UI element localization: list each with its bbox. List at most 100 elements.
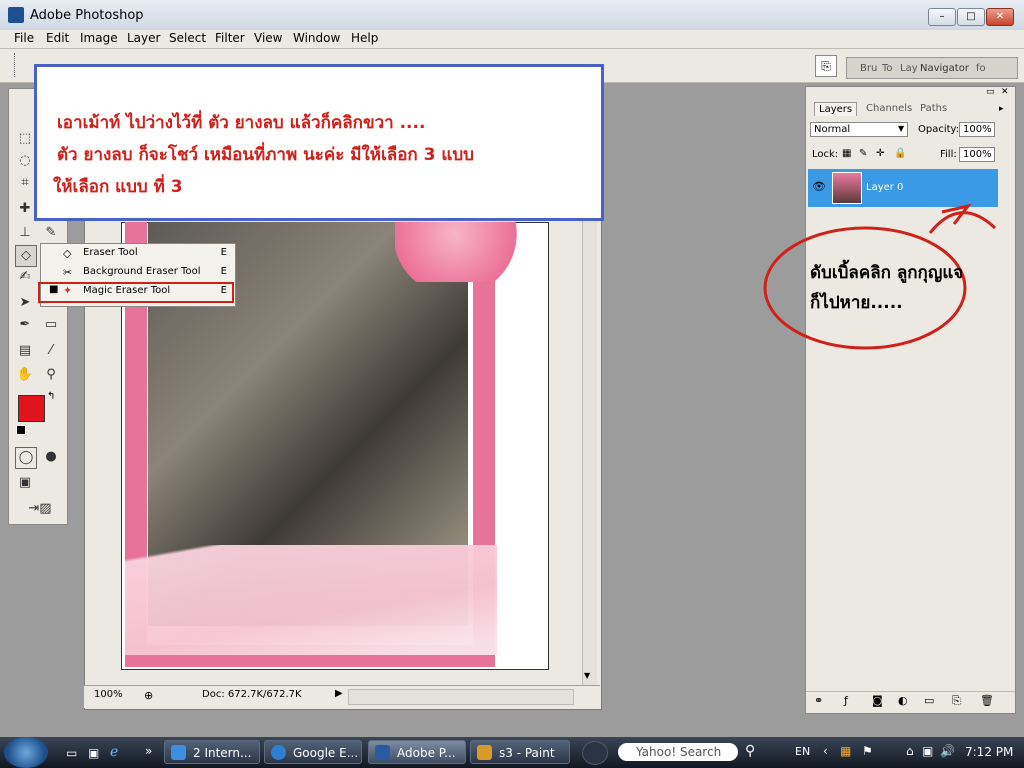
close-button[interactable]: ✕ [986,8,1014,26]
crop-tool-icon[interactable]: ⌗ [15,173,35,193]
hand-tool-icon[interactable]: ✋ [15,365,35,385]
menu-view[interactable]: View [254,31,282,45]
quicklaunch-more-icon[interactable]: » [145,744,152,758]
language-indicator[interactable]: EN [795,745,810,758]
adjustment-layer-icon[interactable]: ◐ [898,694,908,707]
default-colors-icon[interactable] [16,425,26,435]
lock-move-icon[interactable]: ✛ [876,148,884,159]
palette-close-icon[interactable]: ✕ [1001,87,1009,97]
menu-file[interactable]: File [14,31,34,45]
lock-brush-icon[interactable]: ✎ [859,148,867,159]
start-button[interactable] [4,737,48,768]
eraser-tool-icon[interactable]: ◇ [15,245,37,267]
minimize-button[interactable]: – [928,8,956,26]
layer-style-icon[interactable]: ƒ [844,694,848,707]
tab-layers[interactable]: Layers [814,102,858,116]
ie-quicklaunch-icon[interactable]: ℯ [110,744,118,760]
clone-stamp-tool-icon[interactable]: ⊥ [15,223,35,243]
taskbar-button-label: Google E... [293,746,359,760]
menu-window[interactable]: Window [293,31,340,45]
palette-well-tab-info[interactable]: fo [976,63,986,74]
maximize-button[interactable]: □ [957,8,985,26]
tab-paths[interactable]: Paths [916,102,951,115]
lock-transparency-icon[interactable]: ▦ [842,148,851,159]
menu-layer[interactable]: Layer [127,31,160,45]
blend-mode-select[interactable]: Normal [810,122,908,137]
window-switcher-icon[interactable]: ▣ [88,746,99,760]
new-layer-icon[interactable]: ⎘ [952,694,961,708]
taskbar-button-google-earth[interactable]: Google E... [264,740,362,764]
foreground-color-swatch[interactable] [18,395,45,422]
palette-menu-icon[interactable]: ▸ [999,104,1004,114]
windows-taskbar: ▭ ▣ ℯ » 2 Intern... Google E... Adobe P.… [0,737,1024,768]
delete-layer-icon[interactable]: 🗑 [980,694,994,707]
zoom-tool-icon[interactable]: ⚲ [41,365,61,385]
opacity-field[interactable]: 100% [959,122,995,137]
tray-expand-icon[interactable]: ‹ [823,744,828,758]
healing-brush-tool-icon[interactable]: ✚ [15,199,35,219]
show-desktop-icon[interactable]: ▭ [66,746,77,760]
search-icon[interactable]: ⚲ [745,743,755,759]
tray-app-icon[interactable]: ▦ [840,744,851,758]
flyout-item-label: Eraser Tool [83,247,138,258]
annotation-line-1: ดับเบิ้ลคลิก ลูกกุญแจ [810,263,964,283]
zoom-level-field[interactable]: 100% [94,689,134,700]
menu-edit[interactable]: Edit [46,31,69,45]
callout-line-2: ตัว ยางลบ ก็จะโชว์ เหมือนที่ภาพ นะค่ะ มี… [57,145,474,165]
tray-volume-icon[interactable]: 🔊 [940,744,955,758]
palette-well-tab-navigator[interactable]: Navigator [920,63,969,74]
smudge-tool-icon[interactable]: ✍ [15,267,35,287]
palette-well-tab-brushes[interactable]: Bru [860,63,877,74]
window-title: Adobe Photoshop [30,8,144,23]
tray-network-icon[interactable]: ⌂ [906,744,914,758]
tray-monitor-icon[interactable]: ▣ [922,744,933,758]
file-browser-icon[interactable]: ⎘ [815,55,837,77]
options-grip [14,53,17,77]
menu-help[interactable]: Help [351,31,378,45]
menu-image[interactable]: Image [80,31,118,45]
move-tool-icon[interactable]: ➤ [15,293,35,313]
layer-mask-icon[interactable]: ◙ [872,694,883,707]
flyout-item-background-eraser-tool[interactable]: ✂ Background Eraser Tool E [41,263,235,282]
yahoo-search-field[interactable]: Yahoo! Search [618,743,738,761]
new-group-icon[interactable]: ▭ [924,694,934,707]
flyout-item-eraser-tool[interactable]: ◇ Eraser Tool E [41,244,235,263]
taskbar-button-paint[interactable]: s3 - Paint [470,740,570,764]
palette-well-tab-tool-presets[interactable]: To [882,63,893,74]
palette-minimize-icon[interactable]: ▭ [986,87,995,97]
rectangle-tool-icon[interactable]: ▭ [41,315,61,335]
annotation-note: ดับเบิ้ลคลิก ลูกกุญแจ ก็ไปหาย..... [810,258,963,318]
layer-name[interactable]: Layer 0 [866,182,903,193]
screen-mode-icon[interactable]: ▣ [15,473,35,493]
notes-tool-icon[interactable]: ▤ [15,341,35,361]
fill-field[interactable]: 100% [959,147,995,162]
marquee-tool-icon[interactable]: ⬚ [15,129,35,149]
pink-flower-decoration [395,222,545,282]
lock-all-icon[interactable]: 🔒 [894,148,906,159]
photoshop-icon [375,745,390,760]
lasso-tool-icon[interactable]: ◌ [15,151,35,171]
quick-mask-mode-icon[interactable]: ● [41,447,61,467]
eyedropper-tool-icon[interactable]: ⁄ [41,341,61,361]
jump-to-imageready-icon[interactable]: ⇥▨ [23,499,57,519]
standard-mode-icon[interactable]: ◯ [15,447,37,469]
tray-shield-icon[interactable]: ⚑ [862,744,873,758]
scroll-down-arrow-icon[interactable]: ▼ [584,671,590,680]
tab-channels[interactable]: Channels [862,102,916,115]
swap-colors-icon[interactable]: ↰ [47,391,55,402]
taskbar-button-internet-explorer[interactable]: 2 Intern... [164,740,260,764]
taskbar-button-photoshop[interactable]: Adobe P... [368,740,466,764]
history-brush-tool-icon[interactable]: ✎ [41,223,61,243]
blend-mode-dropdown-icon[interactable]: ▼ [898,124,904,133]
pen-tool-icon[interactable]: ✒ [15,315,35,335]
callout-line-1: เอาเม้าท์ ไปว่างไว้ที่ ตัว ยางลบ แล้วก็ค… [57,113,426,133]
menu-select[interactable]: Select [169,31,206,45]
horizontal-scrollbar[interactable] [348,689,574,705]
menu-filter[interactable]: Filter [215,31,245,45]
clock[interactable]: 7:12 PM [965,745,1013,759]
status-options-icon[interactable]: ⊕ [144,689,153,702]
palette-well-tab-layer-comps[interactable]: Lay [900,63,918,74]
link-layers-icon[interactable]: ⚭ [814,694,823,707]
status-menu-arrow-icon[interactable]: ▶ [335,688,343,699]
visibility-eye-icon[interactable]: 👁 [812,180,826,193]
